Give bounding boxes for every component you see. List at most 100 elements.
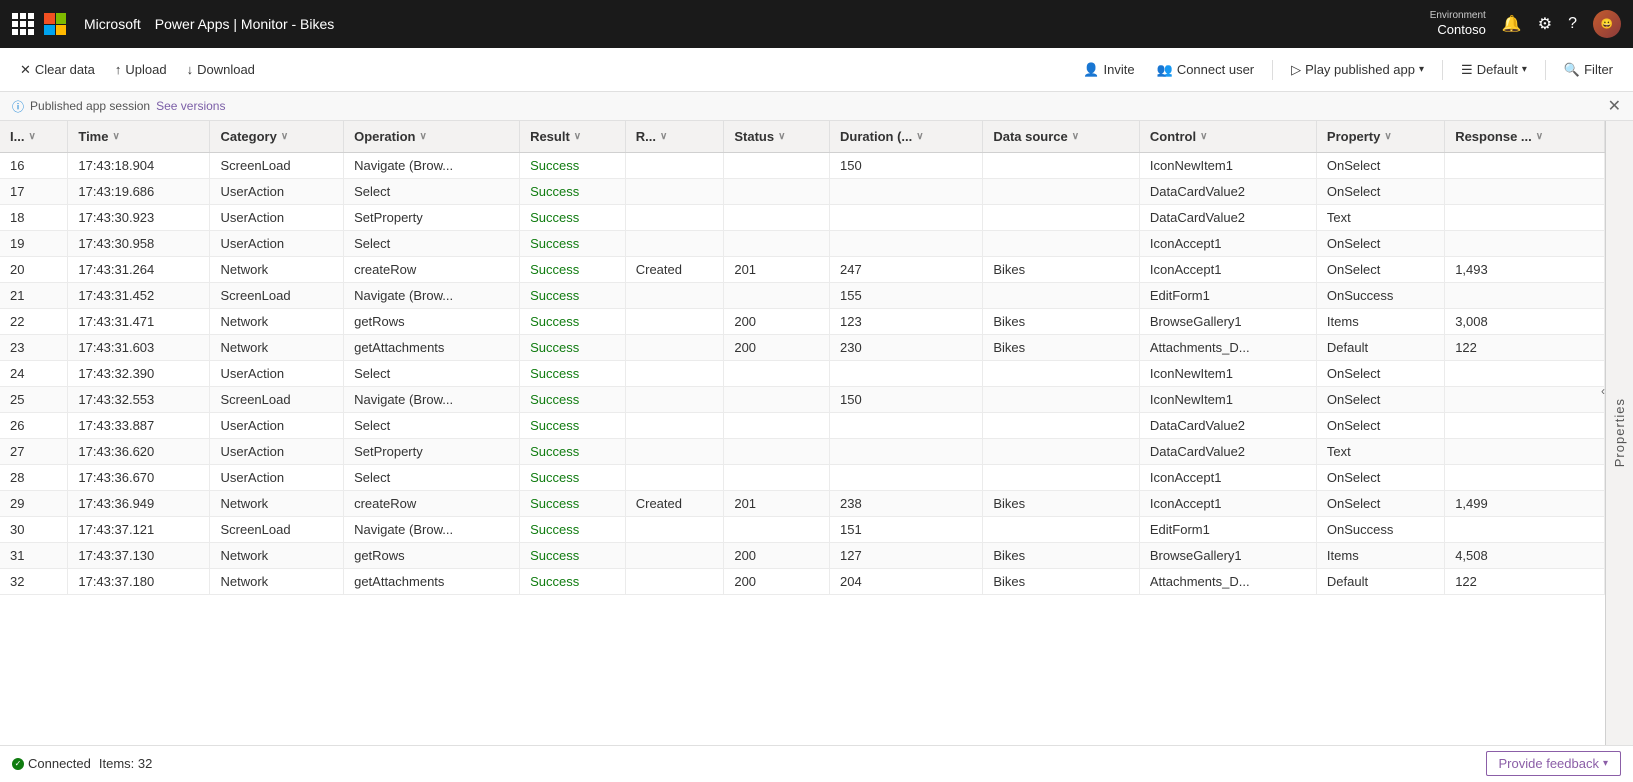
table-cell <box>625 205 724 231</box>
table-cell: Success <box>520 439 626 465</box>
table-cell <box>983 387 1140 413</box>
table-cell: Select <box>344 465 520 491</box>
table-row[interactable]: 2917:43:36.949NetworkcreateRowSuccessCre… <box>0 491 1605 517</box>
table-row[interactable]: 2017:43:31.264NetworkcreateRowSuccessCre… <box>0 257 1605 283</box>
col-header-r[interactable]: R...∨ <box>625 121 724 153</box>
properties-side-panel[interactable]: Properties ‹ <box>1605 121 1633 745</box>
help-icon[interactable]: ? <box>1568 15 1577 33</box>
filter-button[interactable]: 🔍 Filter <box>1556 58 1621 82</box>
feedback-button[interactable]: Provide feedback ▾ <box>1486 751 1621 776</box>
table-cell <box>830 439 983 465</box>
table-cell: 3,008 <box>1445 309 1605 335</box>
invite-icon: 👤 <box>1083 62 1099 78</box>
separator-2 <box>1442 60 1443 80</box>
table-cell <box>625 335 724 361</box>
avatar[interactable]: 😀 <box>1593 10 1621 38</box>
upload-button[interactable]: ↑ Upload <box>107 58 175 81</box>
table-cell: Success <box>520 361 626 387</box>
download-button[interactable]: ↓ Download <box>179 58 263 81</box>
col-header-property[interactable]: Property∨ <box>1316 121 1444 153</box>
table-cell <box>724 361 830 387</box>
table-scroll[interactable]: I...∨ Time∨ Category∨ Operation∨ Result∨… <box>0 121 1605 745</box>
table-cell <box>625 179 724 205</box>
see-versions-link[interactable]: See versions <box>156 99 225 113</box>
table-cell <box>625 387 724 413</box>
table-row[interactable]: 3117:43:37.130NetworkgetRowsSuccess20012… <box>0 543 1605 569</box>
settings-icon[interactable]: ⚙ <box>1538 14 1552 34</box>
table-row[interactable]: 1617:43:18.904ScreenLoadNavigate (Brow..… <box>0 153 1605 179</box>
table-cell: 127 <box>830 543 983 569</box>
table-cell: DataCardValue2 <box>1139 179 1316 205</box>
table-cell: 17:43:36.620 <box>68 439 210 465</box>
table-cell <box>983 231 1140 257</box>
col-header-datasource[interactable]: Data source∨ <box>983 121 1140 153</box>
table-cell: 16 <box>0 153 68 179</box>
table-header: I...∨ Time∨ Category∨ Operation∨ Result∨… <box>0 121 1605 153</box>
app-title: Power Apps | Monitor - Bikes <box>155 16 334 32</box>
table-cell <box>625 361 724 387</box>
table-cell: Attachments_D... <box>1139 569 1316 595</box>
table-row[interactable]: 2317:43:31.603NetworkgetAttachmentsSucce… <box>0 335 1605 361</box>
table-cell: DataCardValue2 <box>1139 205 1316 231</box>
table-row[interactable]: 2117:43:31.452ScreenLoadNavigate (Brow..… <box>0 283 1605 309</box>
table-cell: 22 <box>0 309 68 335</box>
table-cell <box>1445 153 1605 179</box>
side-panel-collapse-icon: ‹ <box>1601 384 1605 398</box>
table-cell: BrowseGallery1 <box>1139 543 1316 569</box>
col-header-time[interactable]: Time∨ <box>68 121 210 153</box>
table-row[interactable]: 2817:43:36.670UserActionSelectSuccessIco… <box>0 465 1605 491</box>
table-row[interactable]: 2417:43:32.390UserActionSelectSuccessIco… <box>0 361 1605 387</box>
play-published-app-button[interactable]: ▷ Play published app ▾ <box>1283 58 1432 82</box>
items-count: Items: 32 <box>99 756 152 771</box>
col-header-status[interactable]: Status∨ <box>724 121 830 153</box>
table-row[interactable]: 2617:43:33.887UserActionSelectSuccessDat… <box>0 413 1605 439</box>
clear-data-button[interactable]: ✕ Clear data <box>12 58 103 82</box>
table-row[interactable]: 1817:43:30.923UserActionSetPropertySucce… <box>0 205 1605 231</box>
col-header-category[interactable]: Category∨ <box>210 121 344 153</box>
notification-icon[interactable]: 🔔 <box>1502 14 1522 34</box>
table-cell: Text <box>1316 439 1444 465</box>
table-row[interactable]: 1717:43:19.686UserActionSelectSuccessDat… <box>0 179 1605 205</box>
table-cell: Success <box>520 569 626 595</box>
table-cell <box>625 413 724 439</box>
table-row[interactable]: 3217:43:37.180NetworkgetAttachmentsSucce… <box>0 569 1605 595</box>
connect-user-button[interactable]: 👥 Connect user <box>1149 58 1263 82</box>
col-header-operation[interactable]: Operation∨ <box>344 121 520 153</box>
table-cell <box>983 465 1140 491</box>
default-button[interactable]: ☰ Default ▾ <box>1453 58 1535 82</box>
table-cell: DataCardValue2 <box>1139 439 1316 465</box>
invite-button[interactable]: 👤 Invite <box>1075 58 1142 82</box>
waffle-icon[interactable] <box>12 13 34 35</box>
col-header-id[interactable]: I...∨ <box>0 121 68 153</box>
table-cell <box>830 413 983 439</box>
info-bar-close-button[interactable]: ✕ <box>1608 96 1621 116</box>
table-cell: 17:43:36.670 <box>68 465 210 491</box>
table-cell: 150 <box>830 153 983 179</box>
table-cell <box>983 205 1140 231</box>
play-icon: ▷ <box>1291 62 1301 78</box>
table-cell <box>625 517 724 543</box>
table-cell: Navigate (Brow... <box>344 517 520 543</box>
table-cell: 17:43:37.180 <box>68 569 210 595</box>
table-row[interactable]: 2517:43:32.553ScreenLoadNavigate (Brow..… <box>0 387 1605 413</box>
table-cell: OnSelect <box>1316 257 1444 283</box>
table-cell: Created <box>625 491 724 517</box>
table-cell: Items <box>1316 543 1444 569</box>
table-cell <box>625 309 724 335</box>
table-cell <box>983 439 1140 465</box>
table-cell: 155 <box>830 283 983 309</box>
col-header-control[interactable]: Control∨ <box>1139 121 1316 153</box>
table-row[interactable]: 2717:43:36.620UserActionSetPropertySucce… <box>0 439 1605 465</box>
table-cell: IconAccept1 <box>1139 257 1316 283</box>
table-row[interactable]: 1917:43:30.958UserActionSelectSuccessIco… <box>0 231 1605 257</box>
table-row[interactable]: 2217:43:31.471NetworkgetRowsSuccess20012… <box>0 309 1605 335</box>
table-cell: 150 <box>830 387 983 413</box>
col-header-duration[interactable]: Duration (...∨ <box>830 121 983 153</box>
table-cell <box>1445 179 1605 205</box>
table-row[interactable]: 3017:43:37.121ScreenLoadNavigate (Brow..… <box>0 517 1605 543</box>
table-cell <box>724 439 830 465</box>
table-cell: OnSelect <box>1316 361 1444 387</box>
connected-label: Connected <box>28 756 91 771</box>
col-header-response[interactable]: Response ...∨ <box>1445 121 1605 153</box>
col-header-result[interactable]: Result∨ <box>520 121 626 153</box>
